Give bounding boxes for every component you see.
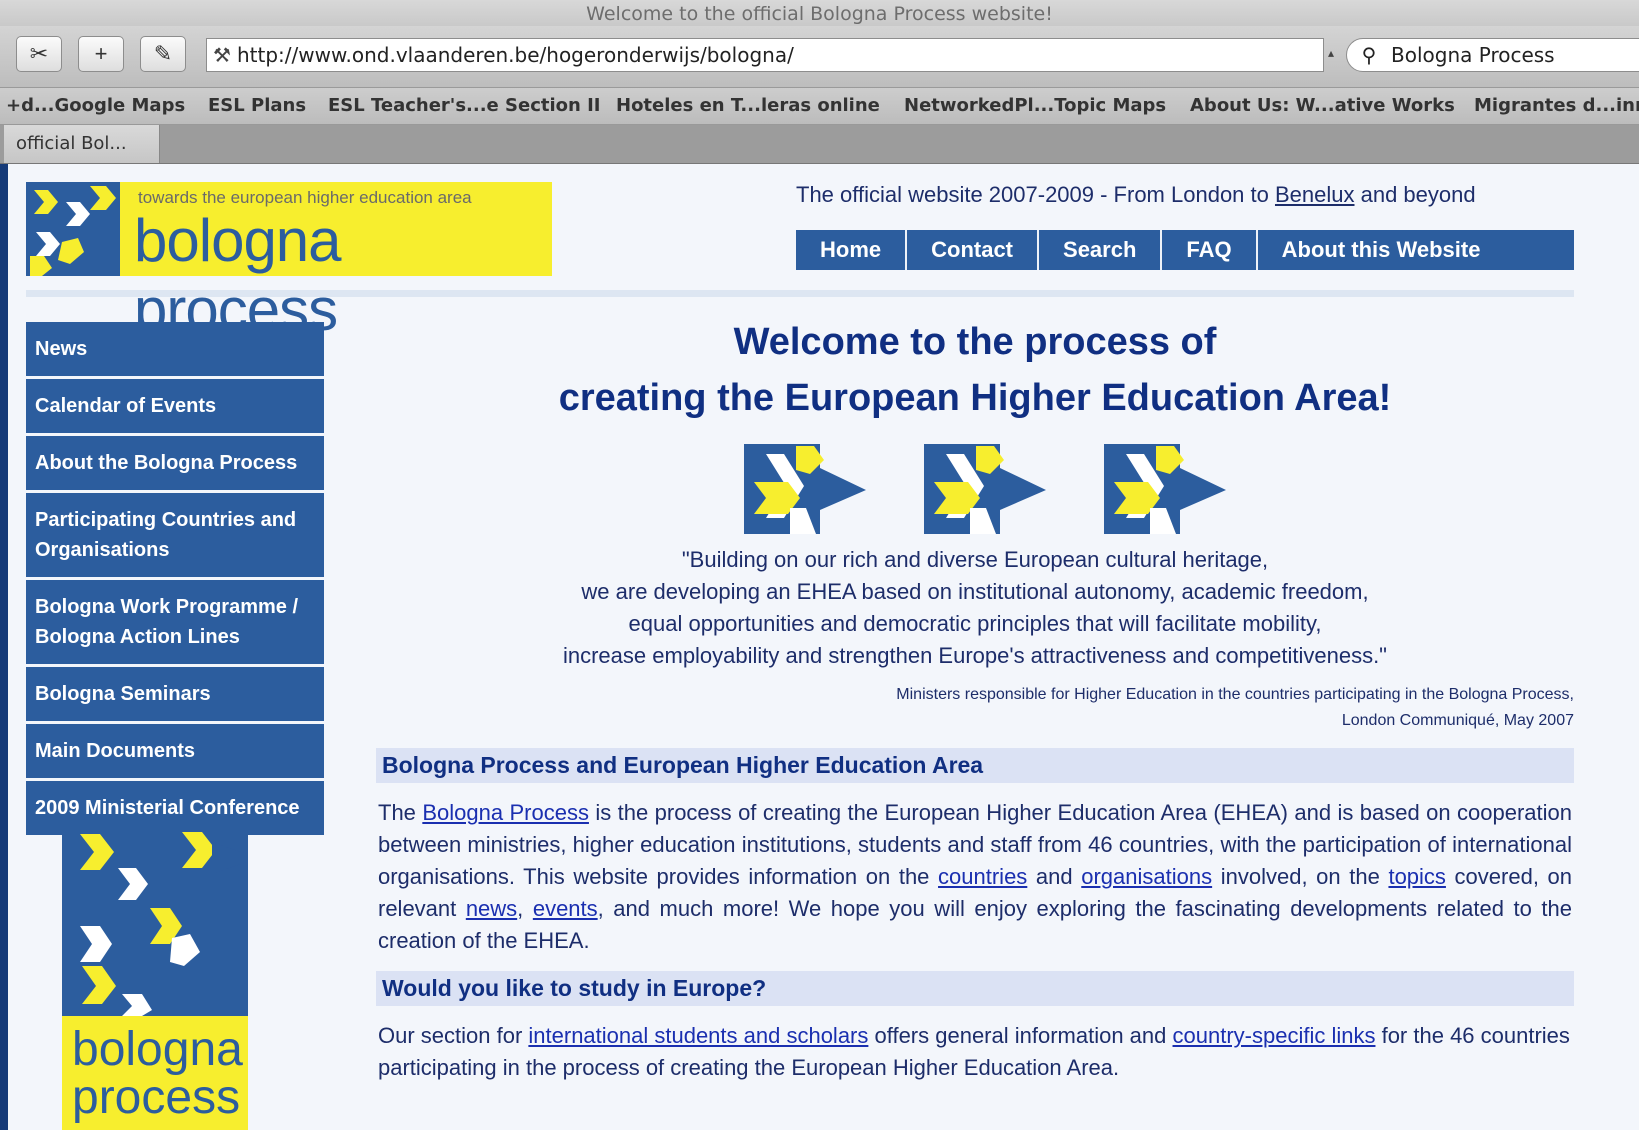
sidebar-navigation: News Calendar of Events About the Bologn… bbox=[26, 322, 324, 838]
site-tagline: The official website 2007-2009 - From Lo… bbox=[796, 182, 1476, 208]
bookmark-item[interactable]: About Us: W...ative Works bbox=[1190, 95, 1455, 116]
address-history-icon[interactable]: ▴ bbox=[1328, 46, 1334, 60]
tagline-text: The official website 2007-2009 - From Lo… bbox=[796, 182, 1275, 207]
pencil-icon: ✎ bbox=[153, 41, 173, 66]
countries-link[interactable]: countries bbox=[938, 864, 1027, 889]
address-url: http://www.ond.vlaanderen.be/hogeronderw… bbox=[237, 43, 794, 67]
stars-logo-icon bbox=[26, 182, 120, 276]
sidebar-item-work-programme[interactable]: Bologna Work Programme / Bologna Action … bbox=[26, 580, 324, 664]
topics-link[interactable]: topics bbox=[1388, 864, 1445, 889]
search-value: Bologna Process bbox=[1391, 43, 1555, 67]
header-divider bbox=[26, 290, 1574, 297]
logo-tagline: towards the european higher education ar… bbox=[138, 188, 472, 207]
sidebar-item-news[interactable]: News bbox=[26, 322, 324, 376]
sidebar-item-documents[interactable]: Main Documents bbox=[26, 724, 324, 778]
study-paragraph: Our section for international students a… bbox=[378, 1023, 1570, 1080]
quote-line: increase employability and strengthen Eu… bbox=[562, 643, 1387, 668]
welcome-line-2: creating the European Higher Education A… bbox=[558, 377, 1392, 419]
window-title: Welcome to the official Bologna Process … bbox=[0, 0, 1639, 26]
benelux-link[interactable]: Benelux bbox=[1275, 182, 1355, 207]
organisations-link[interactable]: organisations bbox=[1081, 864, 1212, 889]
tab-bar: official Bol... bbox=[0, 125, 1639, 164]
credit-line-1: Ministers responsible for Higher Educati… bbox=[896, 686, 1574, 703]
star-emblems bbox=[376, 444, 1574, 534]
magnifier-icon: ⚲ bbox=[1361, 43, 1377, 67]
welcome-line-1: Welcome to the process of bbox=[733, 321, 1217, 363]
address-bar[interactable]: ⚒ http://www.ond.vlaanderen.be/hogeronde… bbox=[206, 38, 1324, 72]
nav-about-website[interactable]: About this Website bbox=[1258, 230, 1505, 270]
site-logo[interactable]: towards the european higher education ar… bbox=[26, 182, 552, 343]
sidebar-logo-line2: process bbox=[72, 1071, 241, 1124]
bookmark-item[interactable]: NetworkedPl...Topic Maps bbox=[904, 95, 1166, 116]
quote-line: "Building on our rich and diverse Europe… bbox=[681, 547, 1269, 572]
bookmark-item[interactable]: Migrantes d...inn bbox=[1474, 95, 1639, 116]
nav-search[interactable]: Search bbox=[1039, 230, 1163, 270]
tab-bologna[interactable]: official Bol... bbox=[4, 125, 160, 163]
section-heading-ehea: Bologna Process and European Higher Educ… bbox=[376, 748, 1574, 783]
sidebar-item-countries[interactable]: Participating Countries and Organisation… bbox=[26, 493, 324, 577]
sidebar-logo-line1: bologna bbox=[72, 1023, 243, 1076]
international-students-link[interactable]: international students and scholars bbox=[528, 1023, 868, 1048]
scissors-icon: ✂ bbox=[29, 41, 49, 66]
main-content: Welcome to the process of creating the E… bbox=[376, 314, 1574, 1084]
bologna-process-link[interactable]: Bologna Process bbox=[422, 800, 589, 825]
tagline-text-end: and beyond bbox=[1354, 182, 1476, 207]
bologna-star-icon bbox=[1104, 444, 1226, 534]
web-page: towards the european higher education ar… bbox=[8, 164, 1639, 1130]
bookmark-item[interactable]: ESL Plans bbox=[208, 95, 306, 116]
bookmark-item[interactable]: ESL Teacher's...e Section II bbox=[328, 95, 600, 116]
news-link[interactable]: news bbox=[466, 896, 517, 921]
plus-icon: + bbox=[94, 41, 108, 66]
quote-line: equal opportunities and democratic princ… bbox=[628, 611, 1322, 636]
nav-contact[interactable]: Contact bbox=[907, 230, 1040, 270]
events-link[interactable]: events bbox=[533, 896, 598, 921]
add-bookmark-button[interactable]: + bbox=[78, 36, 124, 72]
sidebar-logo: bologna process bbox=[62, 826, 258, 1130]
welcome-heading: Welcome to the process of creating the E… bbox=[376, 314, 1574, 426]
snip-button[interactable]: ✂ bbox=[16, 36, 62, 72]
bookmark-item[interactable]: +d...Google Maps bbox=[6, 95, 185, 116]
nav-home[interactable]: Home bbox=[796, 230, 908, 270]
site-favicon-icon: ⚒ bbox=[213, 43, 231, 67]
intro-paragraph: The Bologna Process is the process of cr… bbox=[378, 800, 1573, 953]
bookmark-item[interactable]: Hoteles en T...leras online bbox=[616, 95, 880, 116]
sidebar-item-seminars[interactable]: Bologna Seminars bbox=[26, 667, 324, 721]
quote-line: we are developing an EHEA based on insti… bbox=[581, 579, 1369, 604]
search-input[interactable]: ⚲ Bologna Process bbox=[1346, 38, 1639, 72]
bookmarks-bar: +d...Google Maps ESL Plans ESL Teacher's… bbox=[0, 88, 1639, 125]
quote-credit: Ministers responsible for Higher Educati… bbox=[376, 682, 1574, 734]
top-navigation: Home Contact Search FAQ About this Websi… bbox=[796, 230, 1574, 270]
bologna-star-icon bbox=[924, 444, 1046, 534]
browser-toolbar: ✂ + ✎ ⚒ http://www.ond.vlaanderen.be/hog… bbox=[0, 26, 1639, 88]
sidebar-stars-icon bbox=[62, 826, 258, 1016]
sidebar-item-about[interactable]: About the Bologna Process bbox=[26, 436, 324, 490]
bologna-star-icon bbox=[744, 444, 866, 534]
ministers-quote: "Building on our rich and diverse Europe… bbox=[376, 544, 1574, 672]
credit-line-2: London Communiqué, May 2007 bbox=[1341, 712, 1574, 729]
sidebar-item-calendar[interactable]: Calendar of Events bbox=[26, 379, 324, 433]
edit-button[interactable]: ✎ bbox=[140, 36, 186, 72]
country-links-link[interactable]: country-specific links bbox=[1173, 1023, 1376, 1048]
nav-faq[interactable]: FAQ bbox=[1162, 230, 1258, 270]
section-heading-study: Would you like to study in Europe? bbox=[376, 971, 1574, 1006]
